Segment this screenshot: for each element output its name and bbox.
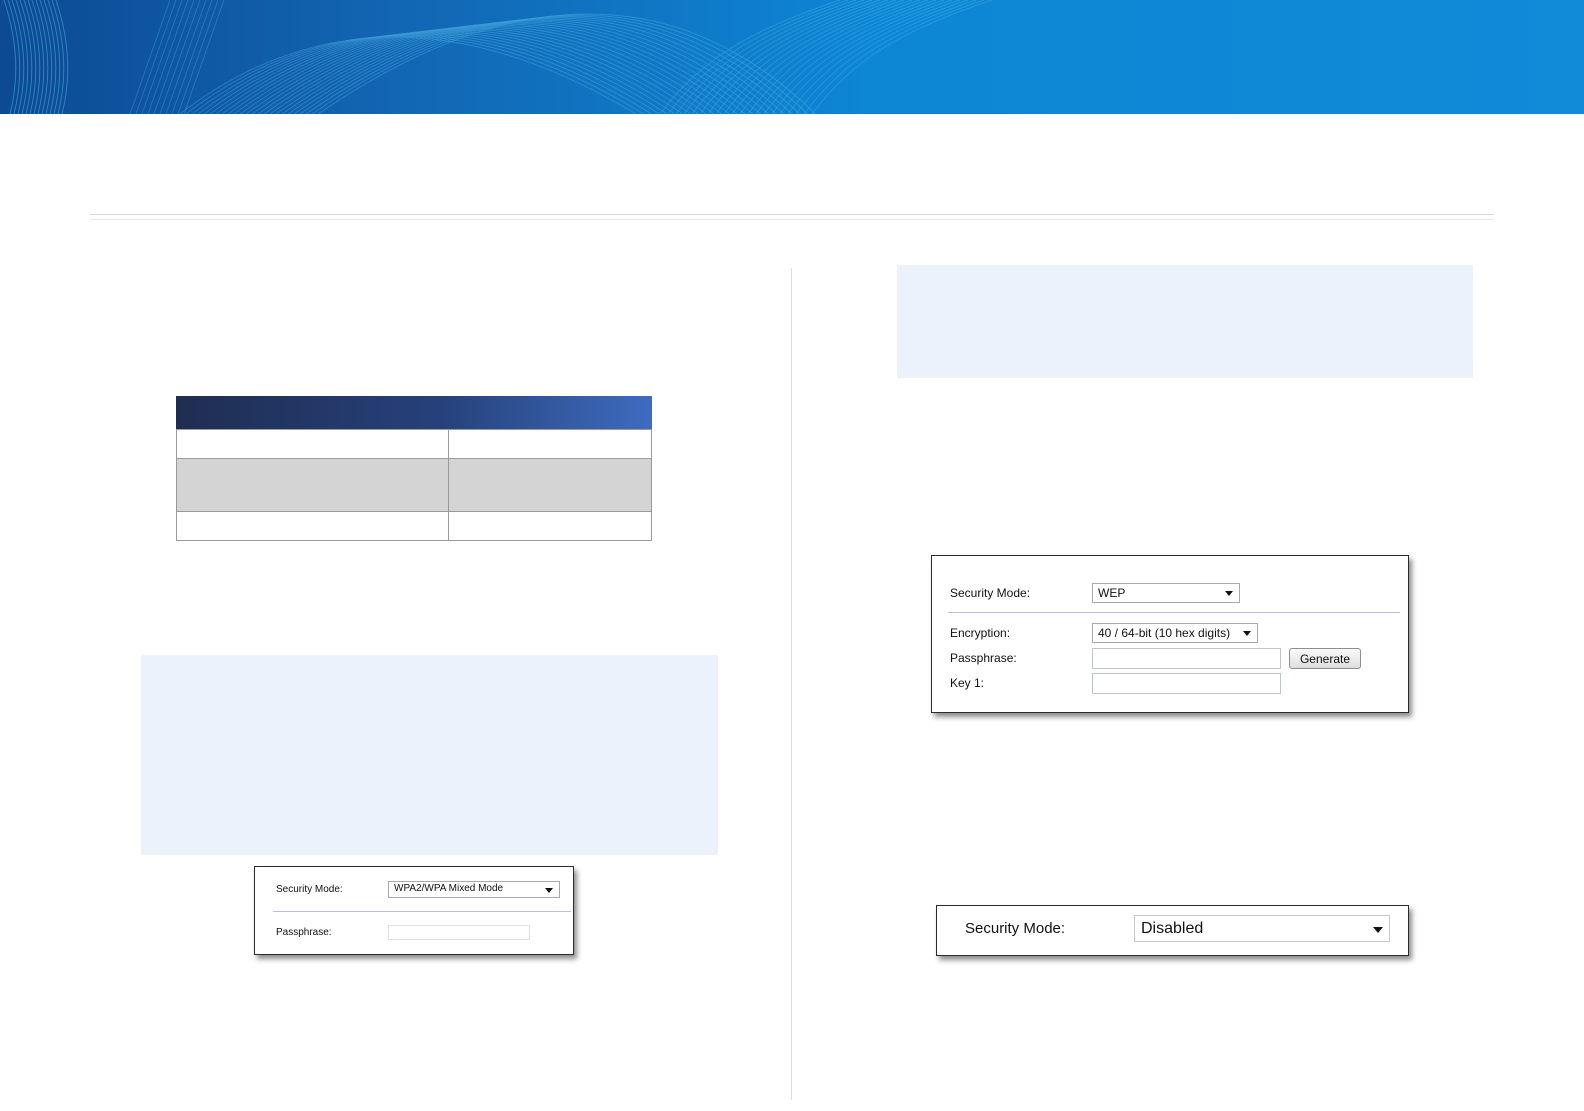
passphrase-input[interactable] — [1092, 648, 1281, 669]
security-mode-select[interactable]: WEP — [1092, 583, 1240, 603]
table-row — [176, 429, 652, 459]
chevron-down-icon — [1225, 591, 1233, 596]
header-banner — [0, 0, 1584, 114]
table-row — [176, 458, 652, 512]
column-divider — [791, 268, 792, 1100]
table-cell — [176, 458, 449, 512]
separator-line — [273, 911, 571, 912]
disabled-mode-screenshot: Security Mode: Disabled — [936, 905, 1409, 956]
note-box-right — [897, 265, 1473, 378]
encryption-select[interactable]: 40 / 64-bit (10 hex digits) — [1092, 623, 1258, 643]
settings-table — [176, 429, 652, 541]
security-mode-value: WPA2/WPA Mixed Mode — [394, 883, 504, 894]
security-mode-label: Security Mode: — [276, 884, 343, 895]
wpa-mixed-mode-screenshot: Security Mode: WPA2/WPA Mixed Mode Passp… — [254, 866, 574, 955]
banner-wave-pattern — [3, 0, 993, 114]
header-rule — [90, 214, 1494, 215]
table-header-bar — [176, 396, 652, 429]
encryption-label: Encryption: — [950, 626, 1011, 640]
chevron-down-icon — [1243, 631, 1251, 636]
key1-label: Key 1: — [950, 676, 985, 690]
passphrase-label: Passphrase: — [950, 651, 1017, 665]
table-cell — [176, 429, 449, 459]
separator-line — [948, 612, 1400, 613]
security-mode-label: Security Mode: — [965, 920, 1066, 937]
passphrase-label: Passphrase: — [276, 927, 332, 938]
security-mode-select[interactable]: Disabled — [1134, 915, 1390, 942]
chevron-down-icon — [1373, 926, 1383, 933]
generate-button[interactable]: Generate — [1289, 648, 1361, 669]
table-cell — [176, 511, 449, 541]
table-cell — [448, 429, 652, 459]
table-row — [176, 511, 652, 541]
security-mode-label: Security Mode: — [950, 586, 1031, 600]
table-cell — [448, 458, 652, 512]
encryption-value: 40 / 64-bit (10 hex digits) — [1098, 626, 1231, 640]
security-mode-select[interactable]: WPA2/WPA Mixed Mode — [388, 881, 560, 898]
chevron-down-icon — [545, 887, 553, 893]
passphrase-input[interactable] — [388, 925, 530, 940]
header-rule-secondary — [90, 219, 1494, 220]
table-cell — [448, 511, 652, 541]
security-mode-value: Disabled — [1141, 920, 1204, 937]
security-mode-value: WEP — [1098, 586, 1126, 600]
key1-input[interactable] — [1092, 673, 1281, 694]
note-box-left — [141, 655, 718, 855]
wep-screenshot: Security Mode: WEP Encryption: 40 / 64-b… — [931, 555, 1409, 713]
